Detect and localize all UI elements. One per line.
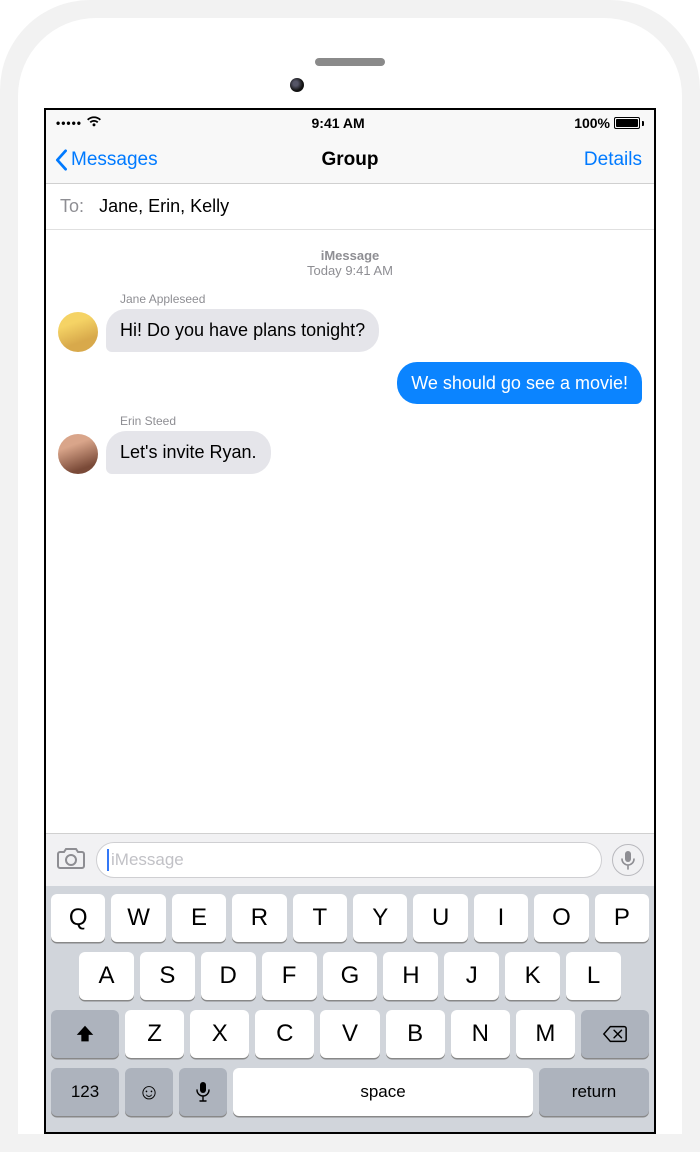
key-u[interactable]: U (413, 894, 467, 942)
emoji-icon: ☺ (138, 1079, 160, 1105)
screen: ••••• 9:41 AM 100% (44, 108, 656, 1134)
status-bar: ••••• 9:41 AM 100% (46, 110, 654, 136)
device-frame: ••••• 9:41 AM 100% (0, 0, 700, 1152)
chevron-left-icon (54, 149, 68, 171)
keyboard: Q W E R T Y U I O P A S D F G H (46, 886, 654, 1132)
key-k[interactable]: K (505, 952, 560, 1000)
camera-icon (56, 846, 86, 870)
camera-button[interactable] (56, 846, 86, 875)
key-h[interactable]: H (383, 952, 438, 1000)
key-m[interactable]: M (516, 1010, 575, 1058)
key-v[interactable]: V (320, 1010, 379, 1058)
battery-icon (614, 117, 644, 129)
to-names: Jane, Erin, Kelly (99, 196, 229, 216)
to-label: To: (60, 196, 84, 216)
status-time: 9:41 AM (312, 115, 365, 131)
key-p[interactable]: P (595, 894, 649, 942)
thread-service: iMessage (58, 248, 642, 263)
microphone-icon (621, 850, 635, 870)
backspace-icon (602, 1024, 628, 1044)
key-i[interactable]: I (474, 894, 528, 942)
key-r[interactable]: R (232, 894, 286, 942)
device-bezel: ••••• 9:41 AM 100% (18, 18, 682, 1134)
key-x[interactable]: X (190, 1010, 249, 1058)
compose-field[interactable]: iMessage (96, 842, 602, 878)
device-camera (290, 78, 304, 92)
messages-thread[interactable]: iMessage Today 9:41 AM Jane Appleseed Hi… (46, 230, 654, 833)
battery-percent: 100% (574, 115, 610, 131)
shift-icon (74, 1023, 96, 1045)
recipients-row[interactable]: To: Jane, Erin, Kelly (46, 184, 654, 230)
key-e[interactable]: E (172, 894, 226, 942)
thread-header: iMessage Today 9:41 AM (58, 248, 642, 278)
key-n[interactable]: N (451, 1010, 510, 1058)
key-f[interactable]: F (262, 952, 317, 1000)
thread-time: 9:41 AM (345, 263, 393, 278)
key-c[interactable]: C (255, 1010, 314, 1058)
sender-name: Jane Appleseed (120, 292, 379, 306)
message-row: We should go see a movie! (58, 362, 642, 405)
message-bubble-out[interactable]: We should go see a movie! (397, 362, 642, 405)
back-label: Messages (71, 149, 158, 171)
signal-dots: ••••• (56, 116, 82, 130)
back-button[interactable]: Messages (54, 149, 158, 171)
avatar[interactable] (58, 312, 98, 352)
compose-placeholder: iMessage (111, 850, 184, 870)
key-return[interactable]: return (539, 1068, 649, 1116)
key-g[interactable]: G (323, 952, 378, 1000)
key-z[interactable]: Z (125, 1010, 184, 1058)
sender-name: Erin Steed (120, 414, 271, 428)
key-s[interactable]: S (140, 952, 195, 1000)
thread-day: Today (307, 263, 342, 278)
microphone-icon (196, 1081, 210, 1103)
keyboard-row-1: Q W E R T Y U I O P (51, 894, 649, 942)
key-o[interactable]: O (534, 894, 588, 942)
key-l[interactable]: L (566, 952, 621, 1000)
key-dictate[interactable] (179, 1068, 227, 1116)
key-y[interactable]: Y (353, 894, 407, 942)
key-j[interactable]: J (444, 952, 499, 1000)
key-shift[interactable] (51, 1010, 119, 1058)
key-123[interactable]: 123 (51, 1068, 119, 1116)
keyboard-row-3: Z X C V B N M (51, 1010, 649, 1058)
details-button[interactable]: Details (584, 149, 646, 171)
key-emoji[interactable]: ☺ (125, 1068, 173, 1116)
dictation-button[interactable] (612, 844, 644, 876)
key-space[interactable]: space (233, 1068, 533, 1116)
key-backspace[interactable] (581, 1010, 649, 1058)
message-row: Erin Steed Let's invite Ryan. (58, 414, 642, 474)
message-row: Jane Appleseed Hi! Do you have plans ton… (58, 292, 642, 352)
compose-bar: iMessage (46, 833, 654, 886)
message-bubble-in[interactable]: Hi! Do you have plans tonight? (106, 309, 379, 352)
wifi-icon (86, 115, 102, 131)
text-caret (107, 849, 109, 871)
nav-bar: Messages Group Details (46, 136, 654, 184)
key-w[interactable]: W (111, 894, 165, 942)
nav-title: Group (322, 149, 379, 171)
key-t[interactable]: T (293, 894, 347, 942)
message-bubble-in[interactable]: Let's invite Ryan. (106, 431, 271, 474)
key-d[interactable]: D (201, 952, 256, 1000)
key-q[interactable]: Q (51, 894, 105, 942)
key-b[interactable]: B (386, 1010, 445, 1058)
keyboard-row-4: 123 ☺ space return (51, 1068, 649, 1116)
keyboard-row-2: A S D F G H J K L (51, 952, 649, 1000)
avatar[interactable] (58, 434, 98, 474)
device-speaker (315, 58, 385, 66)
key-a[interactable]: A (79, 952, 134, 1000)
